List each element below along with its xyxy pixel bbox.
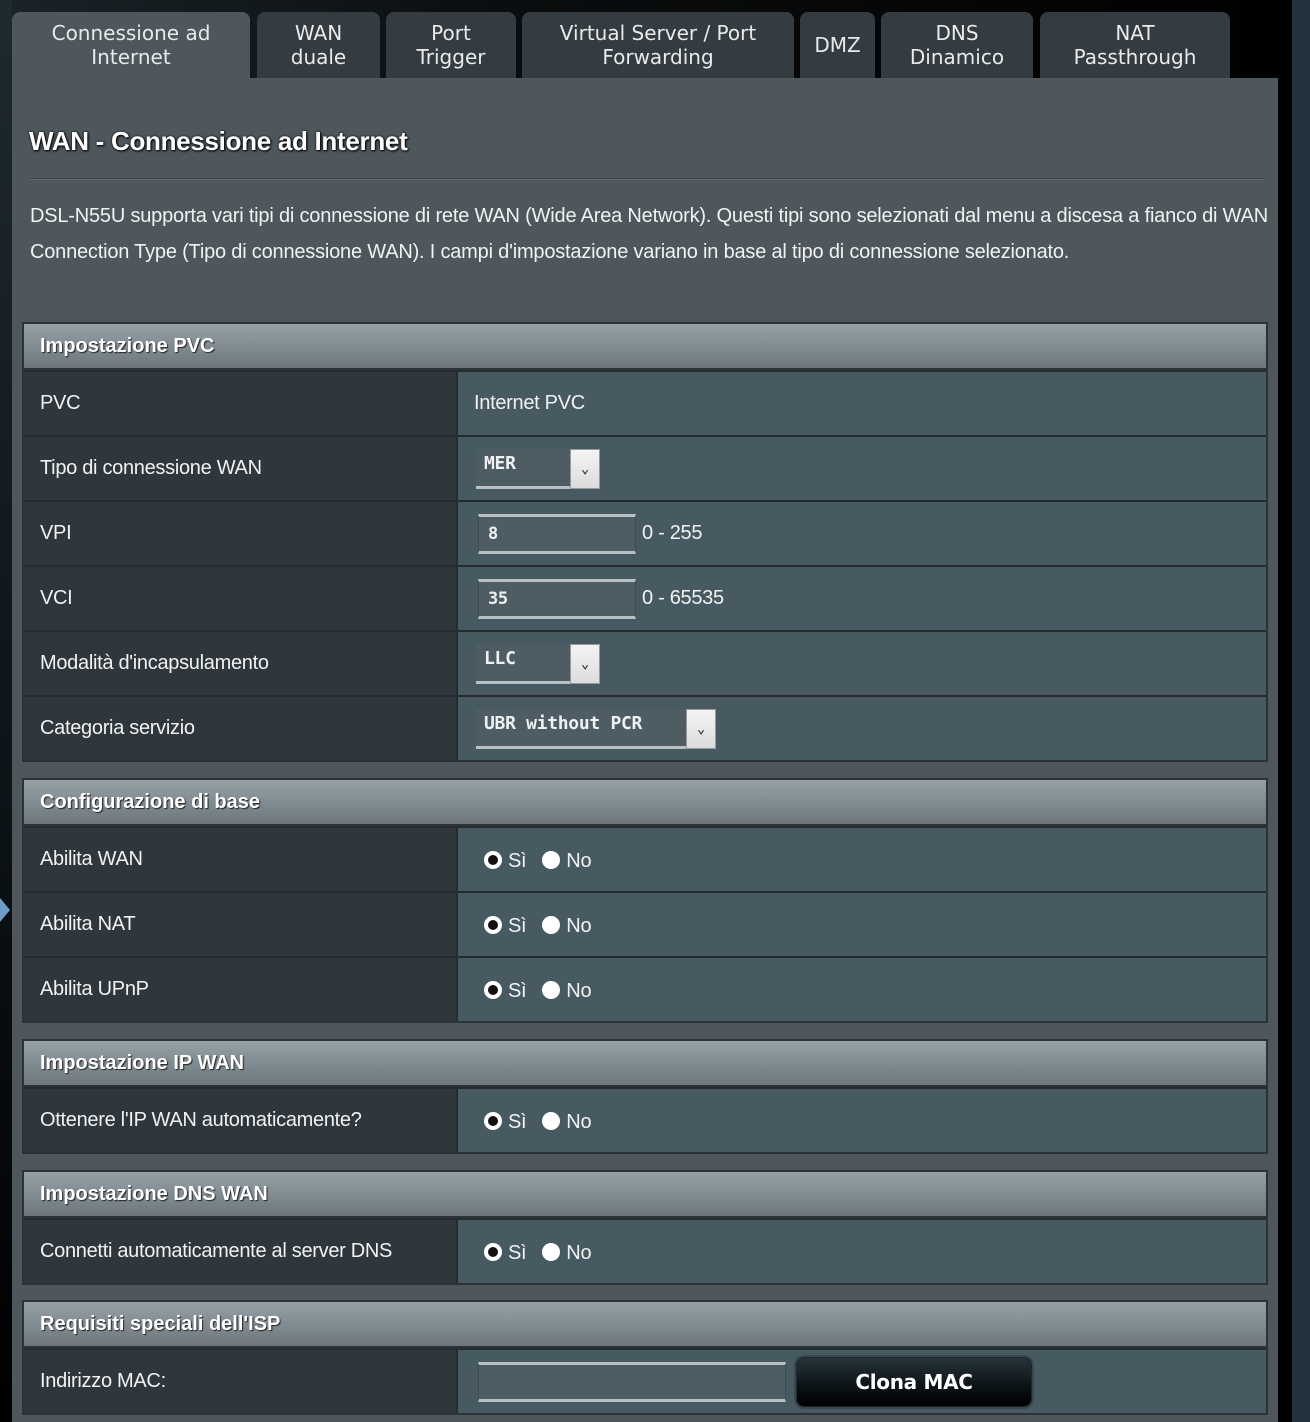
radio-yes-label: Sì: [508, 850, 527, 872]
row-enable-nat: Abilita NAT Sì No: [24, 891, 1266, 956]
section-header-pvc: Impostazione PVC: [24, 324, 1266, 370]
tab-dns-dinamico[interactable]: DNS Dinamico: [881, 12, 1033, 78]
encapsulation-label: Modalità d'incapsulamento: [24, 632, 458, 695]
tab-wan-duale[interactable]: WAN duale: [257, 12, 380, 78]
section-header-ip-wan: Impostazione IP WAN: [24, 1041, 1266, 1087]
radio-no-label: No: [566, 980, 592, 1002]
main-panel: WAN - Connessione ad Internet DSL-N55U s…: [12, 78, 1278, 1422]
vci-range: 0 - 65535: [642, 587, 724, 609]
enable-nat-label: Abilita NAT: [24, 893, 458, 956]
right-scroll-area: [1292, 0, 1310, 1422]
radio-no-label: No: [566, 915, 592, 937]
auto-dns-radio-group: Sì No: [484, 1238, 607, 1265]
enable-upnp-yes-radio[interactable]: [484, 980, 502, 999]
encapsulation-select[interactable]: LLC ⌄: [476, 643, 600, 684]
pvc-label: PVC: [24, 372, 458, 435]
enable-wan-yes-radio[interactable]: [484, 850, 502, 869]
auto-ip-label: Ottenere l'IP WAN automaticamente?: [24, 1089, 458, 1152]
enable-upnp-radio-group: Sì No: [484, 976, 607, 1003]
left-background-strip: [0, 0, 12, 1422]
menu-pointer-arrow-icon: [0, 898, 10, 922]
wan-type-selected: MER: [484, 452, 516, 474]
section-pvc: Impostazione PVC PVC Internet PVC Tipo d…: [22, 322, 1268, 762]
section-header-dns-wan: Impostazione DNS WAN: [24, 1172, 1266, 1218]
radio-yes-label: Sì: [508, 915, 527, 937]
row-service-category: Categoria servizio UBR without PCR ⌄: [24, 695, 1266, 760]
auto-dns-yes-radio[interactable]: [484, 1242, 502, 1261]
right-border: [1278, 0, 1292, 1422]
chevron-down-icon: ⌄: [570, 643, 600, 684]
row-pvc: PVC Internet PVC: [24, 370, 1266, 435]
encapsulation-selected: LLC: [484, 647, 516, 669]
title-divider: [30, 178, 1264, 180]
enable-wan-label: Abilita WAN: [24, 828, 458, 891]
enable-upnp-label: Abilita UPnP: [24, 958, 458, 1021]
enable-nat-no-radio[interactable]: [542, 915, 561, 934]
chevron-down-icon: ⌄: [686, 708, 716, 749]
section-basic-config: Configurazione di base Abilita WAN Sì No…: [22, 778, 1268, 1023]
tab-port-trigger[interactable]: Port Trigger: [386, 12, 516, 78]
service-category-select[interactable]: UBR without PCR ⌄: [476, 708, 716, 749]
enable-wan-no-radio[interactable]: [542, 850, 561, 869]
section-isp-requirements: Requisiti speciali dell'ISP Indirizzo MA…: [22, 1300, 1268, 1415]
vci-label: VCI: [24, 567, 458, 630]
wan-type-select[interactable]: MER ⌄: [476, 448, 600, 489]
service-category-label: Categoria servizio: [24, 697, 458, 760]
pvc-value: Internet PVC: [474, 392, 585, 414]
service-category-selected: UBR without PCR: [484, 712, 643, 734]
clone-mac-button[interactable]: Clona MAC: [796, 1356, 1032, 1407]
tab-virtual-server[interactable]: Virtual Server / Port Forwarding: [522, 12, 794, 78]
radio-yes-label: Sì: [508, 1242, 527, 1264]
auto-ip-radio-group: Sì No: [484, 1107, 607, 1134]
radio-no-label: No: [566, 1242, 592, 1264]
radio-yes-label: Sì: [508, 1111, 527, 1133]
vci-input[interactable]: 35: [478, 578, 636, 619]
section-dns-wan: Impostazione DNS WAN Connetti automatica…: [22, 1170, 1268, 1285]
row-vpi: VPI 8 0 - 255: [24, 500, 1266, 565]
auto-dns-label: Connetti automaticamente al server DNS: [24, 1220, 458, 1283]
row-auto-dns: Connetti automaticamente al server DNS S…: [24, 1218, 1266, 1283]
row-auto-ip: Ottenere l'IP WAN automaticamente? Sì No: [24, 1087, 1266, 1152]
section-header-isp: Requisiti speciali dell'ISP: [24, 1302, 1266, 1348]
page-description: DSL-N55U supporta vari tipi di connessio…: [30, 205, 1268, 263]
enable-upnp-no-radio[interactable]: [542, 980, 561, 999]
enable-nat-yes-radio[interactable]: [484, 915, 502, 934]
page-title: WAN - Connessione ad Internet: [29, 126, 408, 156]
vpi-range: 0 - 255: [642, 522, 703, 544]
enable-wan-radio-group: Sì No: [484, 846, 607, 873]
wan-type-label: Tipo di connessione WAN: [24, 437, 458, 500]
row-mac-address: Indirizzo MAC: Clona MAC: [24, 1348, 1266, 1413]
vpi-input[interactable]: 8: [478, 513, 636, 554]
row-enable-upnp: Abilita UPnP Sì No: [24, 956, 1266, 1021]
mac-address-label: Indirizzo MAC:: [24, 1350, 458, 1413]
auto-ip-no-radio[interactable]: [542, 1111, 561, 1130]
enable-nat-radio-group: Sì No: [484, 911, 607, 938]
section-ip-wan: Impostazione IP WAN Ottenere l'IP WAN au…: [22, 1039, 1268, 1154]
radio-yes-label: Sì: [508, 980, 527, 1002]
auto-dns-no-radio[interactable]: [542, 1242, 561, 1261]
tab-dmz[interactable]: DMZ: [800, 12, 875, 78]
vpi-label: VPI: [24, 502, 458, 565]
row-vci: VCI 35 0 - 65535: [24, 565, 1266, 630]
mac-address-input[interactable]: [478, 1361, 786, 1402]
radio-no-label: No: [566, 850, 592, 872]
section-header-basic: Configurazione di base: [24, 780, 1266, 826]
chevron-down-icon: ⌄: [570, 448, 600, 489]
tab-connessione-internet[interactable]: Connessione ad Internet: [12, 12, 250, 78]
row-encapsulation: Modalità d'incapsulamento LLC ⌄: [24, 630, 1266, 695]
tab-nat-passthrough[interactable]: NAT Passthrough: [1040, 12, 1230, 78]
row-enable-wan: Abilita WAN Sì No: [24, 826, 1266, 891]
radio-no-label: No: [566, 1111, 592, 1133]
row-wan-type: Tipo di connessione WAN MER ⌄: [24, 435, 1266, 500]
auto-ip-yes-radio[interactable]: [484, 1111, 502, 1130]
